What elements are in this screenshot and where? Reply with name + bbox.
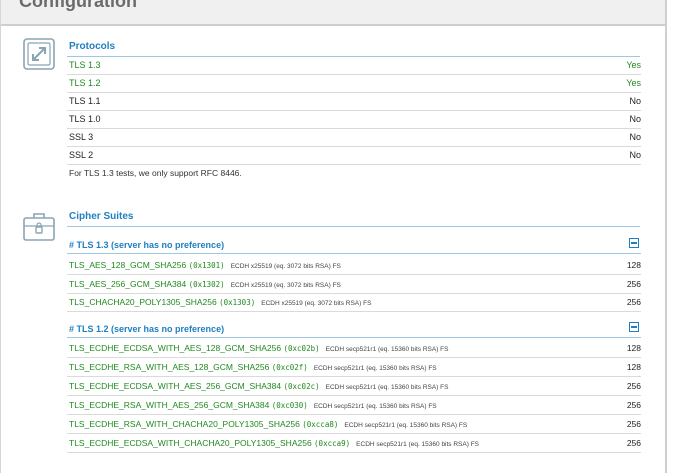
cipher-detail: ECDH secp521r1 (eq. 15360 bits RSA) FS — [313, 403, 437, 410]
cipher-hex: (0xc030) — [271, 401, 308, 410]
protocol-name: SSL 2 — [69, 150, 94, 160]
cipher-row: TLS_ECDHE_ECDSA_WITH_AES_256_GCM_SHA384 … — [67, 377, 641, 396]
cipher-row: TLS_CHACHA20_POLY1305_SHA256 (0x1303) ECD… — [67, 293, 641, 312]
protocol-name: TLS 1.2 — [69, 78, 101, 88]
tls13-group-title: # TLS 1.3 (server has no preference) — [69, 240, 225, 250]
protocol-name: TLS 1.3 — [69, 60, 101, 70]
cipher-bits: 256 — [626, 279, 641, 289]
protocol-row: SSL 2 No — [67, 147, 641, 165]
cipher-suite: TLS_ECDHE_ECDSA_WITH_CHACHA20_POLY1305_S… — [69, 438, 480, 448]
cipher-suite: TLS_ECDHE_ECDSA_WITH_AES_256_GCM_SHA384 … — [69, 381, 449, 391]
cipher-detail: ECDH x25519 (eq. 3072 bits RSA) FS — [230, 263, 341, 270]
protocol-name: SSL 3 — [69, 132, 94, 142]
cipher-suite: TLS_ECDHE_RSA_WITH_AES_256_GCM_SHA384 (0… — [69, 400, 437, 410]
cipher-detail: ECDH secp521r1 (eq. 15360 bits RSA) FS — [356, 441, 480, 448]
cipher-hex: (0xc02c) — [283, 382, 320, 391]
cipher-suites-title: Cipher Suites — [69, 211, 134, 222]
protocol-name: TLS 1.1 — [69, 96, 101, 106]
cipher-row: TLS_AES_128_GCM_SHA256 (0x1301) ECDH x255… — [67, 256, 641, 275]
configuration-panel: Configuration Protocols TLS 1.3 Yes TLS … — [0, 0, 667, 473]
protocol-row: TLS 1.1 No — [67, 93, 641, 111]
cipher-bits: 256 — [626, 297, 641, 307]
protocol-value: Yes — [626, 60, 641, 70]
cipher-suite: TLS_CHACHA20_POLY1305_SHA256 (0x1303) ECD… — [69, 297, 372, 307]
cipher-hex: (0x1301) — [188, 261, 225, 270]
protocol-value: No — [629, 96, 641, 106]
cipher-detail: ECDH x25519 (eq. 3072 bits RSA) FS — [230, 282, 341, 289]
panel-header: Configuration — [1, 0, 665, 26]
cipher-row: TLS_ECDHE_ECDSA_WITH_AES_128_GCM_SHA256 … — [67, 339, 641, 358]
cipher-row: TLS_ECDHE_RSA_WITH_AES_256_GCM_SHA384 (0… — [67, 396, 641, 415]
cipher-bits: 128 — [626, 343, 641, 353]
cipher-detail: ECDH secp521r1 (eq. 15360 bits RSA) FS — [325, 384, 449, 391]
cipher-bits: 256 — [626, 381, 641, 391]
protocol-value: Yes — [626, 78, 641, 88]
protocol-value: No — [629, 114, 641, 124]
protocol-row: SSL 3 No — [67, 129, 641, 147]
cipher-hex: (0xcca8) — [302, 420, 339, 429]
protocols-title: Protocols — [69, 41, 116, 52]
cipher-suite: TLS_ECDHE_RSA_WITH_AES_128_GCM_SHA256 (0… — [69, 362, 437, 372]
cipher-row: TLS_AES_256_GCM_SHA384 (0x1302) ECDH x255… — [67, 275, 641, 294]
cipher-detail: ECDH x25519 (eq. 3072 bits RSA) FS — [261, 300, 372, 307]
locked-briefcase-icon — [23, 213, 55, 241]
cipher-hex: (0x1303) — [219, 298, 256, 307]
protocol-row: TLS 1.3 Yes — [67, 57, 641, 75]
page-title: Configuration — [19, 0, 137, 11]
cipher-hex: (0x1302) — [188, 280, 225, 289]
tls13-group-rule — [67, 253, 641, 254]
cipher-hex: (0xc02b) — [283, 344, 320, 353]
tls12-group-rule — [67, 337, 641, 338]
collapse-minus-icon[interactable] — [629, 322, 639, 332]
cipher-suite: TLS_AES_128_GCM_SHA256 (0x1301) ECDH x255… — [69, 260, 341, 270]
cipher-hex: (0xcca9) — [314, 439, 351, 448]
cipher-suites-rule — [67, 226, 640, 227]
cipher-bits: 256 — [626, 438, 641, 448]
cipher-bits: 256 — [626, 400, 641, 410]
protocol-value: No — [629, 132, 641, 142]
cipher-bits: 128 — [626, 362, 641, 372]
tls12-group-title: # TLS 1.2 (server has no preference) — [69, 324, 225, 334]
cipher-suite: TLS_ECDHE_ECDSA_WITH_AES_128_GCM_SHA256 … — [69, 343, 449, 353]
cipher-detail: ECDH secp521r1 (eq. 15360 bits RSA) FS — [313, 365, 437, 372]
collapse-minus-icon[interactable] — [629, 238, 639, 248]
tls13-note: For TLS 1.3 tests, we only support RFC 8… — [69, 168, 242, 178]
protocol-row: TLS 1.0 No — [67, 111, 641, 129]
cipher-suite: TLS_AES_256_GCM_SHA384 (0x1302) ECDH x255… — [69, 279, 341, 289]
cipher-detail: ECDH secp521r1 (eq. 15360 bits RSA) FS — [325, 346, 449, 353]
protocol-name: TLS 1.0 — [69, 114, 101, 124]
cipher-bits: 128 — [626, 260, 641, 270]
expand-arrows-icon — [23, 38, 55, 70]
cipher-row: TLS_ECDHE_RSA_WITH_CHACHA20_POLY1305_SHA… — [67, 415, 641, 434]
protocol-row: TLS 1.2 Yes — [67, 75, 641, 93]
cipher-suite: TLS_ECDHE_RSA_WITH_CHACHA20_POLY1305_SHA… — [69, 419, 468, 429]
cipher-detail: ECDH secp521r1 (eq. 15360 bits RSA) FS — [344, 422, 468, 429]
cipher-row: TLS_ECDHE_RSA_WITH_AES_128_GCM_SHA256 (0… — [67, 358, 641, 377]
cipher-row: TLS_ECDHE_ECDSA_WITH_CHACHA20_POLY1305_S… — [67, 434, 641, 453]
protocol-value: No — [629, 150, 641, 160]
cipher-bits: 256 — [626, 419, 641, 429]
cipher-hex: (0xc02f) — [271, 363, 308, 372]
